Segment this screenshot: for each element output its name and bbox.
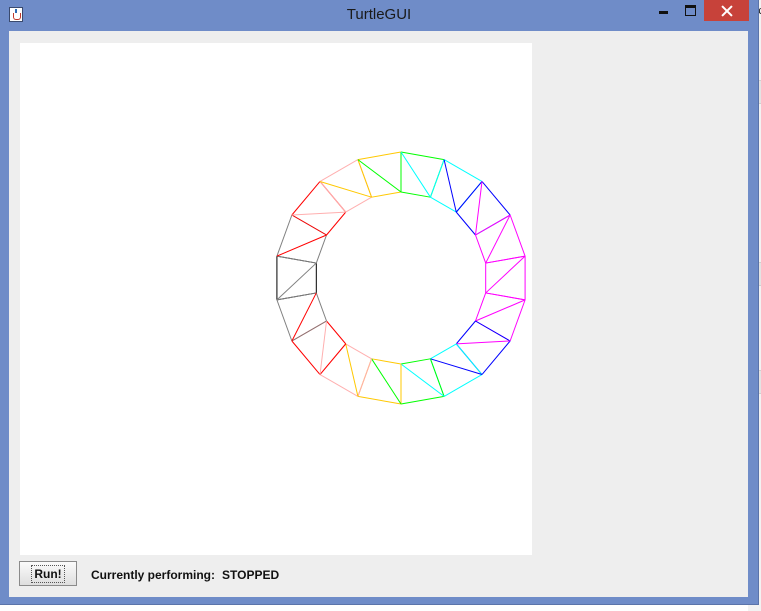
turtle-stroke [345,343,372,360]
turtle-stroke [400,151,431,198]
turtle-stroke [400,358,431,365]
turtle-stroke [319,181,372,198]
turtle-stroke [509,299,526,342]
turtle-stroke [456,340,511,345]
window-title: TurtleGUI [346,6,412,23]
turtle-stroke [291,181,321,216]
turtle-stroke [400,151,445,161]
turtle-stroke [430,343,457,360]
turtle-stroke [357,358,373,397]
minimize-button[interactable] [650,0,677,21]
turtle-stroke [430,196,457,213]
turtle-stroke [455,211,476,236]
turtle-stroke [481,181,511,216]
turtle-stroke [276,214,293,257]
content-pane: Run! Currently performing: STOPPED [9,31,748,597]
turtle-stroke [357,395,402,405]
turtle-stroke [291,211,346,216]
turtle-stroke [357,159,402,193]
turtle-stroke [400,191,431,198]
turtle-stroke [345,196,372,213]
status-label: Currently performing: [91,568,216,582]
turtle-stroke [319,374,359,397]
title-bar[interactable]: TurtleGUI [0,0,758,30]
turtle-stroke [485,292,526,301]
turtle-drawing [276,151,526,405]
turtle-stroke [276,234,327,257]
turtle-stroke [326,320,347,345]
turtle-stroke [291,340,321,375]
status-value: STOPPED [222,568,280,582]
turtle-stroke [475,299,526,322]
turtle-stroke [276,299,293,342]
minimize-icon [659,10,668,14]
turtle-stroke [400,363,445,397]
turtle-stroke [474,181,483,236]
turtle-stroke [371,358,402,365]
turtle-stroke [326,211,347,236]
turtle-gui-window: TurtleGUI Run! Currently performing: STO… [0,0,759,605]
turtle-stroke [319,343,347,375]
turtle-stroke [319,320,328,375]
turtle-stroke [371,191,402,198]
run-button-label: Run! [31,564,65,583]
turtle-stroke [371,358,402,405]
turtle-stroke [455,181,483,213]
turtle-stroke [400,395,445,405]
turtle-stroke [357,151,402,161]
turtle-canvas[interactable] [20,43,532,555]
turtle-stroke [345,343,359,397]
turtle-stroke [319,181,347,213]
turtle-stroke [443,159,483,182]
turtle-stroke [475,320,511,342]
turtle-stroke [315,292,327,322]
turtle-stroke [291,214,327,236]
turtle-stroke [443,374,483,397]
maximize-icon [685,5,696,16]
maximize-button[interactable] [677,0,704,21]
turtle-stroke [455,343,483,375]
close-icon [721,5,733,17]
close-button[interactable] [704,0,749,21]
turtle-stroke [319,159,359,182]
turtle-stroke [475,234,487,264]
turtle-stroke [455,320,476,345]
turtle-stroke [443,159,457,213]
turtle-stroke [509,214,526,257]
turtle-stroke [481,340,511,375]
turtle-stroke [276,255,317,264]
run-button[interactable]: Run! [19,561,77,586]
turtle-stroke [430,358,483,375]
turtle-stroke [429,159,445,198]
